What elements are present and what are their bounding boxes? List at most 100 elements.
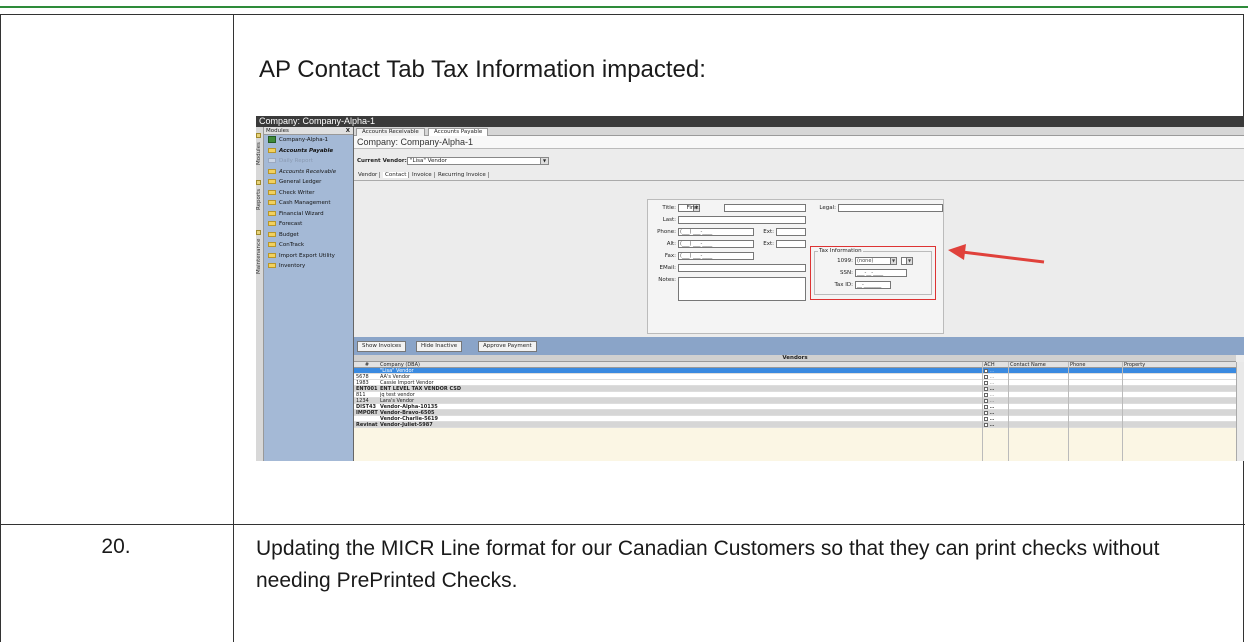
chevron-down-icon: ▼ bbox=[540, 158, 548, 164]
ellipsis-icon: … bbox=[990, 404, 994, 409]
folder-icon bbox=[268, 189, 276, 195]
main-area: Accounts Receivable Accounts Payable Com… bbox=[354, 127, 1244, 461]
folder-icon bbox=[268, 200, 276, 205]
side-tab-strip: Modules Reports Maintenance bbox=[256, 127, 264, 461]
module-accounts-payable[interactable]: Accounts Payable bbox=[264, 146, 353, 157]
alt-label: Alt: bbox=[666, 241, 676, 247]
side-tab-label: Modules bbox=[256, 141, 262, 165]
module-company[interactable]: Company-Alpha-1 bbox=[264, 135, 353, 146]
ext-label: Ext: bbox=[763, 229, 774, 235]
last-name-input[interactable] bbox=[678, 216, 806, 224]
ach-checkbox[interactable] bbox=[984, 398, 988, 403]
tab-contact[interactable]: Contact bbox=[383, 172, 410, 178]
tab-accounts-receivable[interactable]: Accounts Receivable bbox=[356, 128, 425, 136]
embedded-screenshot: Company: Company-Alpha-1 Modules Reports… bbox=[256, 116, 1244, 461]
folder-icon bbox=[268, 210, 276, 216]
module-label: Financial Wizard bbox=[279, 210, 324, 217]
grid-scrollbar[interactable] bbox=[1236, 362, 1244, 461]
modules-header: Modules X bbox=[264, 127, 353, 135]
chevron-down-icon: ▼ bbox=[890, 258, 896, 264]
ellipsis-icon: … bbox=[990, 398, 994, 403]
taxid-input[interactable]: __-_______ bbox=[855, 281, 891, 289]
module-general-ledger[interactable]: General Ledger bbox=[264, 177, 353, 188]
ach-checkbox[interactable] bbox=[984, 368, 988, 373]
module-label: ConTrack bbox=[279, 242, 305, 248]
taxid-label: Tax ID: bbox=[834, 282, 853, 288]
side-tab-maintenance[interactable]: Maintenance bbox=[256, 223, 264, 281]
module-budget[interactable]: Budget bbox=[264, 230, 353, 241]
grid-column-divider bbox=[982, 362, 983, 461]
ssn-label: SSN: bbox=[840, 270, 853, 276]
module-label: Check Writer bbox=[279, 189, 315, 196]
alt-phone-input[interactable]: (___) ___-____ bbox=[678, 240, 754, 248]
ach-checkbox[interactable] bbox=[984, 386, 988, 391]
module-check-writer[interactable]: Check Writer bbox=[264, 188, 353, 199]
close-icon[interactable]: X bbox=[346, 127, 350, 135]
folder-icon bbox=[256, 180, 262, 186]
ssn-input[interactable]: ___-__-____ bbox=[855, 269, 907, 277]
current-vendor-label: Current Vendor: bbox=[357, 158, 407, 164]
notes-textarea[interactable] bbox=[678, 277, 806, 301]
current-vendor-value: "Lisa" Vendor bbox=[410, 158, 447, 164]
module-contrack[interactable]: ConTrack bbox=[264, 240, 353, 251]
row-divider bbox=[1, 524, 1245, 525]
email-label: EMail: bbox=[659, 265, 677, 271]
folder-icon bbox=[256, 229, 262, 235]
module-label: Daily Report bbox=[279, 158, 313, 164]
tab-accounts-payable[interactable]: Accounts Payable bbox=[428, 128, 489, 136]
ach-checkbox[interactable] bbox=[984, 416, 988, 421]
ach-checkbox[interactable] bbox=[984, 374, 988, 379]
email-field[interactable] bbox=[678, 264, 806, 272]
ach-checkbox[interactable] bbox=[984, 392, 988, 397]
module-forecast[interactable]: Forecast bbox=[264, 219, 353, 230]
phone-input[interactable]: (___) ___-____ bbox=[678, 228, 754, 236]
module-accounts-receivable[interactable]: Accounts Receivable bbox=[264, 167, 353, 178]
ellipsis-icon: … bbox=[990, 392, 994, 397]
tab-recurring-invoice[interactable]: Recurring Invoice bbox=[436, 172, 489, 178]
table-row[interactable]: Revinat Vendor-Juliet-5987… bbox=[354, 422, 1236, 428]
header-rule bbox=[0, 6, 1248, 8]
company-icon bbox=[268, 136, 276, 143]
grid-column-divider bbox=[1008, 362, 1009, 461]
tab-vendor[interactable]: Vendor bbox=[356, 172, 381, 178]
folder-icon bbox=[268, 242, 276, 247]
side-tab-label: Maintenance bbox=[256, 238, 262, 275]
module-financial-wizard[interactable]: Financial Wizard bbox=[264, 209, 353, 220]
f1099-select[interactable]: (none) ▼ bbox=[855, 257, 897, 265]
module-label: Accounts Receivable bbox=[279, 168, 337, 175]
ach-checkbox[interactable] bbox=[984, 410, 988, 415]
ach-checkbox[interactable] bbox=[984, 404, 988, 409]
side-tab-reports[interactable]: Reports bbox=[256, 175, 264, 215]
module-inventory[interactable]: Inventory bbox=[264, 261, 353, 272]
grid-column-divider bbox=[1122, 362, 1123, 461]
f1099-box-select[interactable]: ▼ bbox=[901, 257, 913, 265]
first-name-input[interactable] bbox=[724, 204, 806, 212]
show-invoices-button[interactable]: Show Invoices bbox=[357, 341, 407, 352]
module-import-export[interactable]: Import Export Utility bbox=[264, 251, 353, 262]
folder-icon bbox=[268, 147, 276, 153]
module-cash-management[interactable]: Cash Management bbox=[264, 198, 353, 209]
tab-invoice[interactable]: Invoice bbox=[410, 172, 435, 178]
module-label: Import Export Utility bbox=[279, 252, 335, 259]
current-vendor-select[interactable]: "Lisa" Vendor ▼ bbox=[407, 157, 549, 165]
fax-input[interactable]: (___) ___-____ bbox=[678, 252, 754, 260]
row-num: Revinat bbox=[356, 422, 378, 428]
phone-ext-input[interactable] bbox=[776, 228, 806, 236]
tax-info-legend: Tax Information bbox=[818, 248, 863, 254]
module-label: Inventory bbox=[279, 263, 306, 269]
last-label: Last: bbox=[662, 217, 676, 223]
ach-checkbox[interactable] bbox=[984, 380, 988, 385]
legal-name-input[interactable] bbox=[838, 204, 943, 212]
module-label: General Ledger bbox=[279, 179, 322, 185]
module-daily-report[interactable]: Daily Report bbox=[264, 156, 353, 167]
side-tab-modules[interactable]: Modules bbox=[256, 129, 264, 169]
folder-icon bbox=[268, 263, 276, 268]
ach-checkbox[interactable] bbox=[984, 422, 988, 427]
ellipsis-icon: … bbox=[990, 410, 994, 415]
hide-inactive-button[interactable]: Hide Inactive bbox=[416, 341, 463, 352]
approve-payment-button[interactable]: Approve Payment bbox=[478, 341, 537, 352]
ellipsis-icon: … bbox=[990, 422, 994, 427]
alt-ext-input[interactable] bbox=[776, 240, 806, 248]
ellipsis-icon: … bbox=[990, 374, 994, 379]
vendor-button-bar: Show Invoices Hide Inactive Approve Paym… bbox=[354, 337, 1244, 355]
